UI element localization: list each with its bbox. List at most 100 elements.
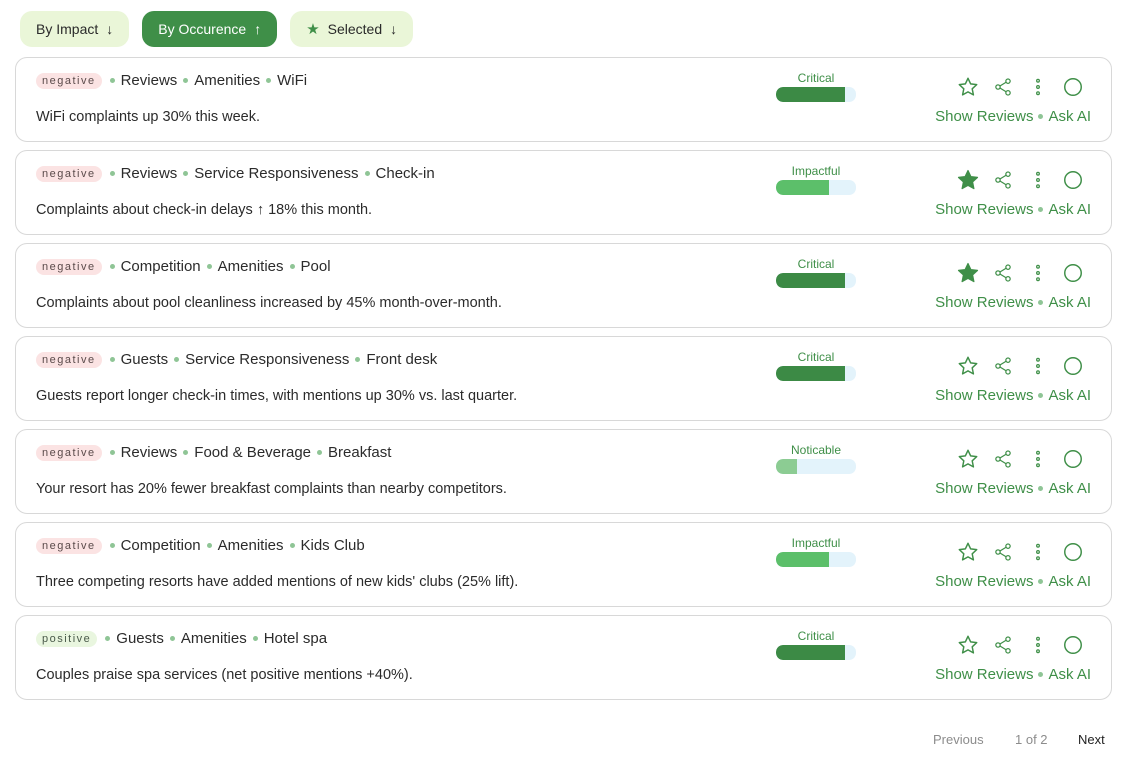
insight-description: Three competing resorts have added menti… [36, 574, 519, 590]
share-icon[interactable] [991, 168, 1015, 192]
show-reviews-link[interactable]: Show Reviews [935, 666, 1033, 683]
separator-dot [1038, 207, 1044, 212]
insight-actions [956, 168, 1085, 192]
select-circle-icon[interactable] [1061, 447, 1085, 471]
insight-topic: Breakfast [328, 444, 392, 461]
ask-ai-link[interactable]: Ask AI [1048, 201, 1091, 218]
select-circle-icon[interactable] [1061, 540, 1085, 564]
separator-dot [206, 543, 212, 548]
more-vertical-icon[interactable] [1026, 168, 1050, 192]
star-icon[interactable] [956, 540, 980, 564]
arrow-up-icon: ↑ [254, 21, 262, 37]
more-vertical-icon[interactable] [1026, 633, 1050, 657]
separator-dot [1038, 486, 1044, 491]
more-vertical-icon[interactable] [1026, 447, 1050, 471]
insight-category: Amenities [217, 537, 284, 554]
separator-dot [109, 264, 115, 269]
insight-source: Guests [116, 630, 164, 647]
more-vertical-icon[interactable] [1026, 540, 1050, 564]
separator-dot [109, 357, 115, 362]
sentiment-badge: negative [36, 165, 102, 182]
impact-bar [776, 273, 856, 288]
show-reviews-link[interactable]: Show Reviews [935, 573, 1033, 590]
separator-dot [206, 264, 212, 269]
impact-bar [776, 366, 856, 381]
select-circle-icon[interactable] [1061, 261, 1085, 285]
star-icon[interactable] [956, 447, 980, 471]
more-vertical-icon[interactable] [1026, 261, 1050, 285]
arrow-down-icon: ↓ [106, 21, 114, 37]
impact-label: Critical [797, 350, 835, 364]
next-page-button[interactable]: Next [1078, 732, 1105, 747]
star-icon[interactable] [956, 75, 980, 99]
select-circle-icon[interactable] [1061, 168, 1085, 192]
previous-page-button[interactable]: Previous [933, 732, 984, 747]
insight-source: Reviews [120, 72, 178, 89]
separator-dot [109, 78, 115, 83]
insight-description: Complaints about check-in delays ↑ 18% t… [36, 202, 373, 218]
impact-bar [776, 552, 856, 567]
insight-source: Competition [120, 537, 201, 554]
more-vertical-icon[interactable] [1026, 75, 1050, 99]
sort-by-impact-button[interactable]: By Impact ↓ [20, 11, 130, 47]
sort-by-occurence-button[interactable]: By Occurence ↑ [142, 11, 278, 47]
insight-description: Couples praise spa services (net positiv… [36, 667, 413, 683]
share-icon[interactable] [991, 261, 1015, 285]
impact-meter: Impactful [776, 536, 856, 567]
more-vertical-icon[interactable] [1026, 354, 1050, 378]
share-icon[interactable] [991, 354, 1015, 378]
insight-topic: Pool [300, 258, 331, 275]
insight-card: positive Guests Amenities Hotel spa Couples … [15, 615, 1112, 700]
share-icon[interactable] [991, 75, 1015, 99]
show-reviews-link[interactable]: Show Reviews [935, 387, 1033, 404]
impact-bar-fill [776, 645, 845, 660]
insight-source: Competition [120, 258, 201, 275]
star-filled-icon[interactable] [956, 168, 980, 192]
sentiment-badge: negative [36, 258, 102, 275]
separator-dot [252, 636, 258, 641]
impact-bar-fill [776, 273, 845, 288]
impact-bar-fill [776, 87, 845, 102]
sentiment-badge: negative [36, 444, 102, 461]
ask-ai-link[interactable]: Ask AI [1048, 108, 1091, 125]
ask-ai-link[interactable]: Ask AI [1048, 480, 1091, 497]
insight-tags: negative Reviews Service Responsiveness Che… [36, 165, 435, 182]
ask-ai-link[interactable]: Ask AI [1048, 666, 1091, 683]
share-icon[interactable] [991, 633, 1015, 657]
sort-selected-button[interactable]: ★ Selected ↓ [290, 11, 414, 47]
impact-bar [776, 87, 856, 102]
ask-ai-link[interactable]: Ask AI [1048, 387, 1091, 404]
insight-topic: Hotel spa [263, 630, 328, 647]
select-circle-icon[interactable] [1061, 75, 1085, 99]
insight-category: Service Responsiveness [185, 351, 350, 368]
separator-dot [1038, 579, 1044, 584]
show-reviews-link[interactable]: Show Reviews [935, 108, 1033, 125]
ask-ai-link[interactable]: Ask AI [1048, 573, 1091, 590]
impact-meter: Impactful [776, 164, 856, 195]
star-filled-icon[interactable] [956, 261, 980, 285]
sentiment-badge: negative [36, 72, 102, 89]
insight-category: Food & Beverage [194, 444, 312, 461]
star-icon[interactable] [956, 354, 980, 378]
ask-ai-link[interactable]: Ask AI [1048, 294, 1091, 311]
sort-selected-label: Selected [327, 21, 383, 37]
impact-bar-fill [776, 180, 829, 195]
separator-dot [289, 543, 295, 548]
show-reviews-link[interactable]: Show Reviews [935, 294, 1033, 311]
star-icon[interactable] [956, 633, 980, 657]
share-icon[interactable] [991, 447, 1015, 471]
impact-label: Impactful [791, 536, 841, 550]
insight-tags: positive Guests Amenities Hotel spa [36, 630, 327, 647]
share-icon[interactable] [991, 540, 1015, 564]
insight-description: Complaints about pool cleanliness increa… [36, 295, 502, 311]
insight-links: Show Reviews Ask AI [935, 666, 1091, 683]
impact-label: Impactful [791, 164, 841, 178]
insight-topic: WiFi [277, 72, 308, 89]
show-reviews-link[interactable]: Show Reviews [935, 480, 1033, 497]
select-circle-icon[interactable] [1061, 354, 1085, 378]
show-reviews-link[interactable]: Show Reviews [935, 201, 1033, 218]
insight-description: Guests report longer check-in times, wit… [36, 388, 518, 404]
separator-dot [183, 78, 189, 83]
sentiment-badge: negative [36, 351, 102, 368]
select-circle-icon[interactable] [1061, 633, 1085, 657]
